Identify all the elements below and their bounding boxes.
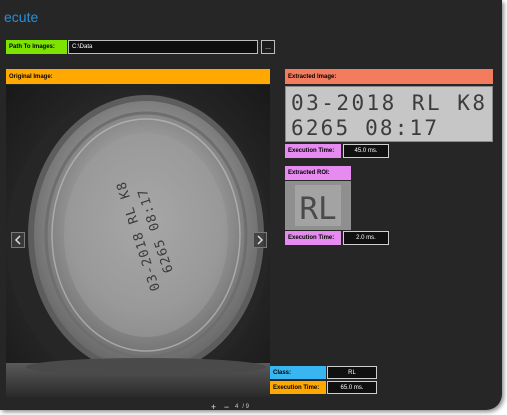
next-image-button[interactable] xyxy=(253,232,267,248)
page-total: / 9 xyxy=(242,404,250,410)
roi-time-label: Execution Time: xyxy=(285,231,341,245)
zoom-out-button[interactable]: − xyxy=(222,402,231,410)
extracted-time-label: Execution Time: xyxy=(285,144,341,158)
chevron-left-icon xyxy=(14,235,21,245)
result-time-value: 65.0 ms. xyxy=(327,381,377,394)
svg-text:6265 08:17: 6265 08:17 xyxy=(291,116,439,140)
zoom-in-button[interactable]: + xyxy=(209,402,218,410)
chevron-right-icon xyxy=(257,235,264,245)
prev-image-button[interactable] xyxy=(11,232,25,248)
can-lid-photo: 03-2018 RL K8 6265 08:17 xyxy=(6,85,270,397)
svg-text:03-2018 RL K8: 03-2018 RL K8 xyxy=(291,91,487,115)
page-current: 4 xyxy=(235,404,239,410)
original-image: 03-2018 RL K8 6265 08:17 xyxy=(6,85,270,397)
original-image-label: Original Image: xyxy=(6,69,270,84)
image-pager: + − 4 / 9 xyxy=(209,401,249,410)
class-value: RL xyxy=(327,366,377,379)
extracted-roi-label: Extracted ROI: xyxy=(285,166,351,180)
extracted-time-value: 45.0 ms. xyxy=(343,144,389,158)
window-title: ecute xyxy=(4,9,39,25)
class-label: Class: xyxy=(270,366,326,379)
browse-button[interactable]: ... xyxy=(261,40,275,54)
path-input[interactable]: C:\Data xyxy=(68,40,258,54)
path-label: Path To Images: xyxy=(6,40,67,54)
extracted-roi-image: RL xyxy=(285,181,351,230)
extracted-image: 03-2018 RL K8 6265 08:17 xyxy=(285,86,493,142)
main-window: ecute Path To Images: C:\Data ... Origin… xyxy=(0,0,502,410)
roi-time-value: 2.0 ms. xyxy=(343,231,389,245)
result-time-label: Execution Time: xyxy=(270,381,326,394)
extracted-image-label: Extracted Image: xyxy=(285,69,493,84)
svg-text:RL: RL xyxy=(299,191,336,227)
